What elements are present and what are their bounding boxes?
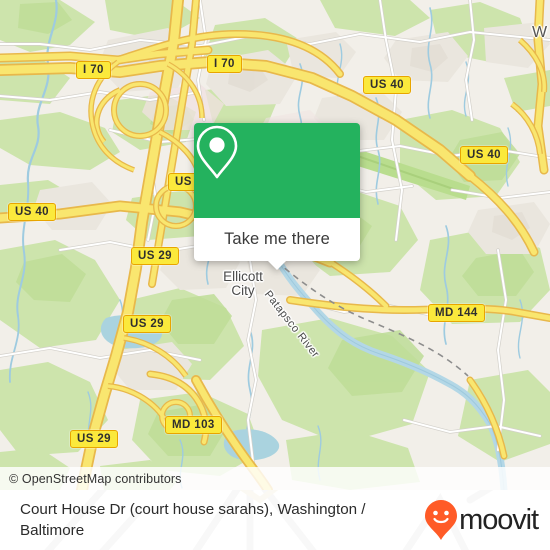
shield-us-40-right[interactable]: US 40: [460, 146, 508, 164]
map-pin-icon: [196, 125, 238, 179]
destination-callout-card[interactable]: Take me there: [194, 123, 360, 270]
take-me-there-label: Take me there: [224, 230, 330, 248]
shield-i-70-west[interactable]: I 70: [76, 61, 111, 79]
shield-us-29-mid[interactable]: US 29: [131, 247, 179, 265]
shield-us-29-low[interactable]: US 29: [123, 315, 171, 333]
osm-attribution-text[interactable]: © OpenStreetMap contributors: [0, 472, 182, 486]
location-title: Court House Dr (court house sarahs), Was…: [20, 501, 366, 539]
place-label-w: W: [532, 24, 548, 41]
shield-us-40-left[interactable]: US 40: [8, 203, 56, 221]
map-canvas[interactable]: Ellicott City Patapsco River W I 70 I 70…: [0, 0, 550, 490]
shield-us-40-top[interactable]: US 40: [363, 76, 411, 94]
card-icon-area: [194, 123, 360, 218]
osm-attribution-bar: © OpenStreetMap contributors: [0, 467, 550, 490]
shield-i-70-east[interactable]: I 70: [207, 55, 242, 73]
footer-bar: Court House Dr (court house sarahs), Was…: [0, 490, 550, 550]
shield-md-103[interactable]: MD 103: [165, 416, 222, 434]
moovit-wordmark: moovit: [459, 503, 539, 536]
shield-md-144[interactable]: MD 144: [428, 304, 485, 322]
moovit-logo[interactable]: moovit: [424, 499, 539, 541]
moovit-map-screenshot: Ellicott City Patapsco River W I 70 I 70…: [0, 0, 550, 550]
callout-pointer: [267, 260, 287, 270]
moovit-smiley-pin-icon: [425, 500, 458, 540]
shield-us-29-bot[interactable]: US 29: [70, 430, 118, 448]
card-action-area[interactable]: Take me there: [194, 218, 360, 270]
